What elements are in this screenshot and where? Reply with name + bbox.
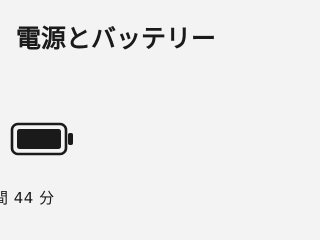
page-title: 電源とバッテリー	[16, 24, 217, 53]
battery-full-icon	[10, 121, 76, 157]
battery-remaining-time: 間 44 分	[0, 189, 55, 207]
power-battery-page: 電源とバッテリー 間 44 分	[0, 0, 240, 240]
